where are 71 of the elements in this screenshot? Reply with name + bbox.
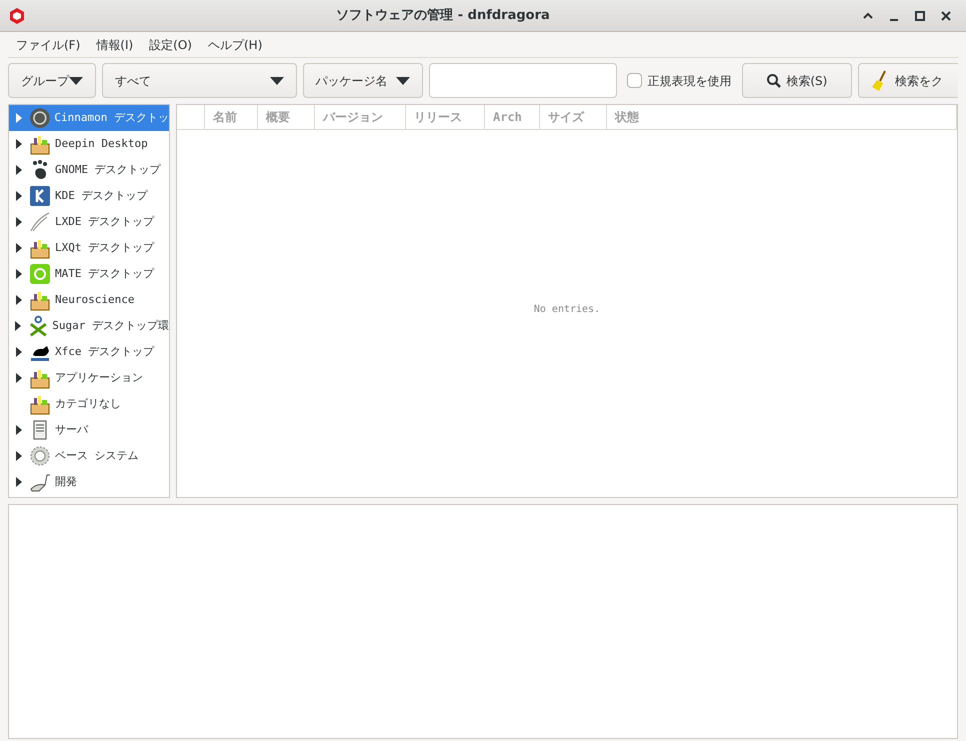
empty-message: No entries. bbox=[534, 303, 600, 317]
menu-item[interactable]: 情報(I) bbox=[88, 36, 142, 54]
tree-item-label: KDE デスクトップ bbox=[55, 188, 148, 204]
window-title: ソフトウェアの管理 - dnfdragora bbox=[335, 6, 551, 25]
field-dropdown[interactable]: パッケージ名 bbox=[302, 63, 423, 98]
caret-icon bbox=[396, 76, 410, 84]
expander-icon[interactable] bbox=[16, 243, 22, 253]
tree-item[interactable]: カテゴリなし bbox=[9, 391, 169, 417]
gear-icon bbox=[29, 445, 51, 467]
tree-item[interactable]: MATE デスクトップ bbox=[9, 261, 169, 287]
tree-item[interactable]: Neuroscience bbox=[9, 287, 169, 313]
tree-item[interactable]: 開発 bbox=[9, 469, 169, 495]
app-icon bbox=[8, 6, 26, 24]
tree-item-label: Sugar デスクトップ環 bbox=[52, 318, 169, 334]
tree-item-label: サーバ bbox=[55, 422, 88, 438]
mate-logo-icon bbox=[29, 263, 51, 285]
search-icon bbox=[766, 72, 782, 88]
expander-icon[interactable] bbox=[15, 321, 22, 331]
search-field[interactable] bbox=[428, 63, 617, 98]
expander-icon[interactable] bbox=[16, 425, 22, 435]
group-dropdown[interactable]: グループ bbox=[8, 63, 96, 98]
search-button[interactable]: 検索(S) bbox=[742, 63, 852, 98]
caret-icon bbox=[69, 76, 83, 84]
tree-item[interactable]: ベース システム bbox=[9, 443, 169, 469]
menu-item[interactable]: ファイル(F) bbox=[8, 36, 88, 54]
tree-item-label: MATE デスクトップ bbox=[55, 266, 154, 282]
tree-item[interactable]: Deepin Desktop bbox=[9, 131, 169, 157]
expander-icon[interactable] bbox=[16, 217, 22, 227]
kde-logo-icon bbox=[29, 185, 51, 207]
tree-item[interactable]: Cinnamon デスクトッ bbox=[9, 105, 169, 131]
tree-item-label: LXDE デスクトップ bbox=[55, 214, 154, 230]
expander-icon[interactable] bbox=[16, 165, 22, 175]
expander-icon[interactable] bbox=[16, 347, 22, 357]
tree-item-label: LXQt デスクトップ bbox=[55, 240, 154, 256]
tree-item-label: カテゴリなし bbox=[55, 396, 121, 412]
tree-item[interactable]: サーバ bbox=[9, 417, 169, 443]
menu-item[interactable]: ヘルプ(H) bbox=[200, 36, 270, 54]
expander-icon[interactable] bbox=[16, 295, 22, 305]
tree-item-label: Cinnamon デスクトッ bbox=[54, 110, 169, 126]
tree-item-label: アプリケーション bbox=[55, 370, 143, 386]
expander-icon[interactable] bbox=[16, 477, 22, 487]
tree-item[interactable]: KDE デスクトップ bbox=[9, 183, 169, 209]
expander-icon[interactable] bbox=[16, 373, 22, 383]
tree-item-label: Neuroscience bbox=[55, 292, 134, 308]
tree-item-label: 開発 bbox=[55, 474, 77, 490]
expander-icon[interactable] bbox=[16, 191, 22, 201]
tree-item-label: Xfce デスクトップ bbox=[55, 344, 154, 360]
expander-icon[interactable] bbox=[16, 139, 22, 149]
tree-item[interactable]: GNOME デスクトップ bbox=[9, 157, 169, 183]
package-box-icon bbox=[29, 237, 51, 259]
clear-search-button[interactable]: 検索をク bbox=[858, 63, 958, 98]
expander-icon[interactable] bbox=[16, 269, 22, 279]
cinnamon-logo-icon bbox=[28, 107, 50, 129]
filter-dropdown[interactable]: すべて bbox=[102, 63, 297, 98]
package-box-icon bbox=[29, 367, 51, 389]
tree-item[interactable]: Sugar デスクトップ環 bbox=[9, 313, 169, 339]
menu-item[interactable]: 設定(O) bbox=[141, 36, 200, 54]
caret-icon bbox=[270, 76, 284, 84]
tree-item[interactable]: アプリケーション bbox=[9, 365, 169, 391]
tree-item[interactable]: Xfce デスクトップ bbox=[9, 339, 169, 365]
tree-item[interactable]: LXQt デスクトップ bbox=[9, 235, 169, 261]
package-box-icon bbox=[29, 289, 51, 311]
tree-item-label: GNOME デスクトップ bbox=[55, 162, 161, 178]
tree-item-label: ベース システム bbox=[55, 448, 139, 464]
expander-icon[interactable] bbox=[16, 451, 22, 461]
figure-icon bbox=[28, 315, 48, 337]
package-box-icon bbox=[29, 393, 51, 415]
tree-item-label: Deepin Desktop bbox=[55, 136, 148, 152]
regex-checkbox[interactable]: 正規表現を使用 bbox=[622, 72, 736, 90]
tree-item[interactable]: LXDE デスクトップ bbox=[9, 209, 169, 235]
package-box-icon bbox=[29, 133, 51, 155]
